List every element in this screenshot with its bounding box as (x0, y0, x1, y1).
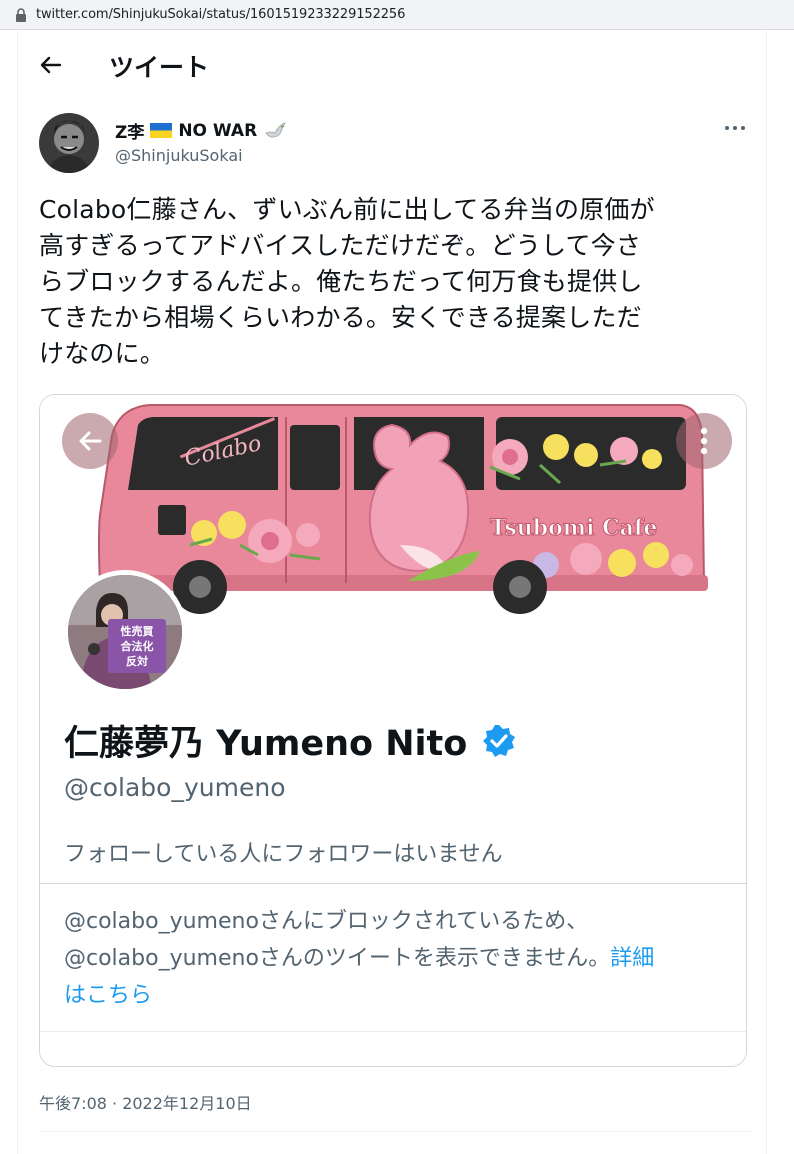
profile-name: 仁藤夢乃 Yumeno Nito (64, 715, 517, 766)
tweet-text-line: Colabo仁藤さん、ずいぶん前に出してる弁当の原価が (39, 195, 655, 224)
sign-line: 反対 (126, 654, 148, 668)
author-name-suffix: NO WAR (178, 120, 258, 141)
embedded-profile-card[interactable]: Colabo Tsubomi Cafe 性売買 合法化 反対 仁藤夢乃 Yume… (39, 394, 747, 1067)
followers-note: フォローしている人にフォロワーはいません (64, 842, 503, 867)
card-divider (40, 883, 746, 884)
author-avatar[interactable] (39, 113, 99, 173)
profile-handle: @colabo_yumeno (64, 773, 286, 802)
tweet-text-line: てきたから相場くらいわかる。安くできる提案しただ (39, 303, 642, 332)
learn-more-link-cont[interactable]: はこちら (64, 983, 152, 1008)
tweet-column: ツイート Z李 NO WAR @ShinjukuSokai Colabo仁藤さん… (17, 30, 767, 1154)
lock-icon (16, 7, 26, 22)
card-bottom-divider (40, 1031, 746, 1032)
tweet-timestamp[interactable]: 午後7:08 · 2022年12月10日 (39, 1090, 252, 1114)
tweet-text-line: 高すぎるってアドバイスしただけだぞ。どうして今さ (39, 231, 642, 260)
back-arrow-icon[interactable] (38, 52, 64, 78)
url-text: twitter.com/ShinjukuSokai/status/1601519… (36, 7, 406, 22)
author-handle[interactable]: @ShinjukuSokai (115, 146, 243, 165)
blocked-line: @colabo_yumenoさんにブロックされているため、 (64, 909, 589, 934)
dove-icon (265, 121, 287, 138)
ukraine-flag-icon (150, 123, 173, 138)
page-title: ツイート (109, 53, 210, 82)
sign-line: 合法化 (121, 639, 154, 653)
author-display-name[interactable]: Z李 NO WAR (115, 118, 287, 143)
divider (39, 1131, 751, 1132)
learn-more-link[interactable]: 詳細 (610, 946, 654, 971)
more-icon[interactable] (723, 120, 747, 136)
profile-name-text: 仁藤夢乃 Yumeno Nito (64, 724, 468, 764)
blocked-notice: @colabo_yumenoさんにブロックされているため、 @colabo_yu… (64, 903, 734, 1014)
verified-icon (483, 724, 516, 757)
author-name: Z李 (115, 123, 145, 143)
profile-avatar[interactable]: 性売買 合法化 反対 (63, 570, 187, 694)
banner-cafe-text: Tsubomi Cafe (490, 515, 657, 541)
sign-line: 性売買 (121, 624, 154, 638)
banner-back-button[interactable] (62, 413, 118, 469)
more-vertical-icon (700, 427, 708, 455)
page-header: ツイート (18, 30, 766, 100)
back-arrow-icon (79, 431, 102, 451)
blocked-line: @colabo_yumenoさんのツイートを表示できません。 (64, 946, 611, 971)
tweet-text-line: けなのに。 (39, 339, 166, 368)
tweet-text-line: らブロックするんだよ。俺たちだって何万食も提供し (39, 267, 643, 296)
banner-more-button[interactable] (676, 413, 732, 469)
tweet-text: Colabo仁藤さん、ずいぶん前に出してる弁当の原価が 高すぎるってアドバイスし… (39, 192, 751, 372)
browser-address-bar[interactable]: twitter.com/ShinjukuSokai/status/1601519… (0, 0, 794, 30)
